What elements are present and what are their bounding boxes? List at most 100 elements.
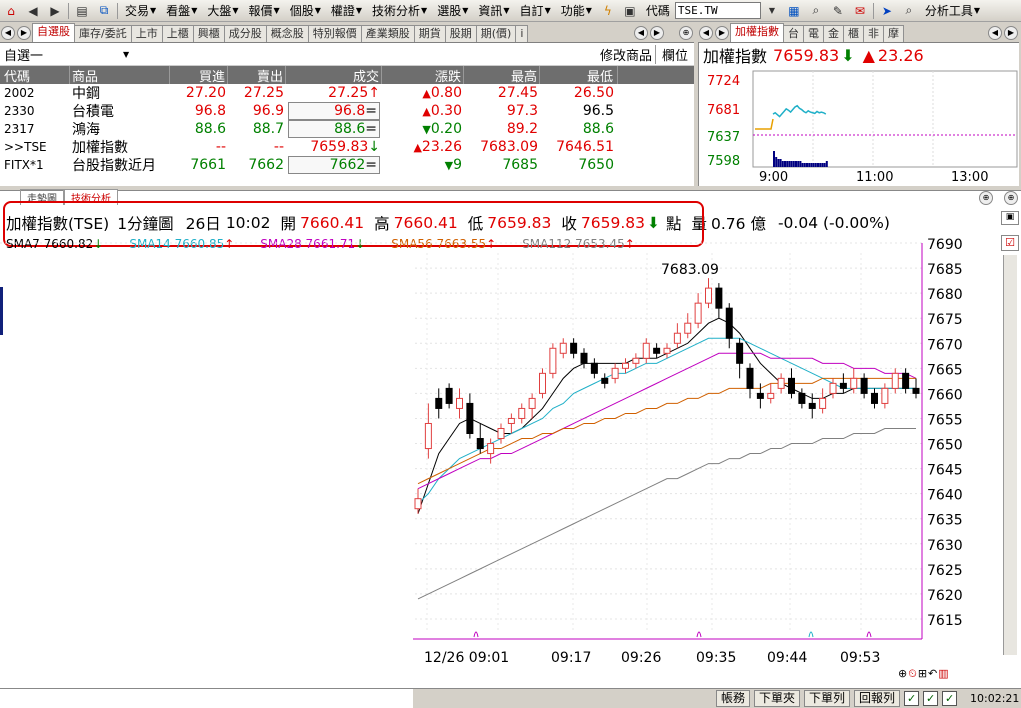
quote-tab[interactable]: 股期 [444, 25, 477, 42]
mini-tab[interactable]: 加權指數 [730, 23, 784, 42]
tab-left-icon[interactable]: ◀ [634, 26, 648, 40]
undo-icon[interactable]: ↶ [928, 667, 937, 681]
scroll-right-icon[interactable]: ▶ [17, 26, 31, 40]
menu-label: 報價 [248, 4, 273, 18]
quote-tab[interactable]: 興櫃 [192, 25, 225, 42]
mini-tab[interactable]: 摩 [883, 25, 904, 42]
tab-left-icon[interactable]: ◀ [988, 26, 1002, 40]
menu-warrant[interactable]: 權證 ▼ [326, 2, 367, 19]
order-bar-button[interactable]: 下單列 [804, 690, 851, 707]
mini-intraday-chart[interactable]: 7724 7681 7637 7598 9:00 11:00 13:00 [699, 67, 1020, 186]
analysis-search-icon[interactable]: ⌕ [900, 3, 918, 19]
last-value: 7662 [329, 157, 366, 173]
report-bar-button[interactable]: 回報列 [854, 690, 901, 707]
group-select[interactable]: 自選一 [0, 45, 43, 64]
order-folder-button[interactable]: 下單夾 [754, 690, 801, 707]
scroll-right-icon[interactable]: ▶ [715, 26, 729, 40]
zoom-in-icon[interactable]: ⊕ [898, 667, 907, 681]
back-icon[interactable]: ◀ [24, 3, 42, 19]
clock-icon[interactable]: ⏲ [908, 667, 917, 681]
triangle-down-icon: ▼ [444, 159, 454, 172]
column-header[interactable]: 成交 [286, 66, 382, 84]
quote-icon[interactable]: ▦ [785, 3, 803, 19]
tab-right-icon[interactable]: ▶ [1004, 26, 1018, 40]
quote-row[interactable]: 2002 中鋼 27.20 27.25 27.25↑ ▲0.80 27.45 26.50 [0, 84, 694, 102]
column-header[interactable]: 代碼 [0, 66, 70, 84]
quote-tab[interactable]: 特別報價 [307, 25, 362, 42]
menu-stock[interactable]: 個股 ▼ [285, 2, 326, 19]
last-value: 7659.83 [310, 139, 369, 155]
modify-button[interactable]: 修改商品 [600, 45, 655, 64]
column-header[interactable]: 漲跌 [382, 66, 464, 84]
column-header[interactable]: 買進 [170, 66, 228, 84]
quote-row[interactable]: >>TSE 加權指數 -- -- 7659.83↓ ▲23.26 7683.09 7646.5… [0, 138, 694, 156]
menu-info[interactable]: 資訊 ▼ [473, 2, 514, 19]
code-input[interactable]: TSE.TW [674, 2, 761, 19]
scroll-left-icon[interactable]: ◀ [1, 26, 15, 40]
quote-tab[interactable]: 自選股 [32, 23, 75, 42]
menu-market[interactable]: 大盤 ▼ [202, 2, 243, 19]
cell-change: ▲0.80 [382, 85, 464, 101]
account-button[interactable]: 帳務 [716, 690, 751, 707]
mini-volume-bar [799, 161, 802, 167]
quote-row[interactable]: 2317 鴻海 88.6 88.7 88.6= ▼0.20 89.2 88.6 [0, 120, 694, 138]
menu-watch[interactable]: 看盤 ▼ [161, 2, 202, 19]
candle-body [663, 347, 671, 354]
home-icon[interactable]: ⌂ [2, 3, 20, 19]
side-scrollbar[interactable] [1003, 255, 1017, 655]
chevron-down-icon[interactable]: ▼ [123, 50, 129, 59]
column-header[interactable]: 賣出 [228, 66, 286, 84]
menu-analysis-tools[interactable]: 分析工具 ▼ [920, 2, 985, 19]
note-icon[interactable]: ▣ [621, 3, 639, 19]
menu-trade[interactable]: 交易 ▼ [120, 2, 161, 19]
menu-screener[interactable]: 選股 ▼ [432, 2, 473, 19]
quote-tab[interactable]: 期(價) [475, 25, 517, 42]
menu-custom[interactable]: 自訂 ▼ [515, 2, 556, 19]
alert-icon[interactable]: ✉ [851, 3, 869, 19]
lightning-icon[interactable]: ϟ [599, 3, 617, 19]
window-icon[interactable]: ⧉ [95, 3, 113, 19]
quote-row[interactable]: FITX*1 台股指數近月 7661 7662 7662= ▼9 7685 7650 [0, 156, 694, 174]
search-icon[interactable]: ⌕ [807, 3, 825, 19]
grid-icon[interactable]: ⊞ [918, 667, 927, 681]
quote-tab[interactable]: 概念股 [265, 25, 309, 42]
quote-tab[interactable]: 成分股 [223, 25, 267, 42]
menu-technical[interactable]: 技術分析 ▼ [367, 2, 432, 19]
check-icon[interactable]: ✓ [942, 691, 958, 706]
quote-tab[interactable]: 上市 [130, 25, 163, 42]
quote-tabbar: ◀ ▶ 自選股 庫存/委託 上市 上櫃 興櫃 成分股 概念股 特別報價 產業類股 期貨 股期 期(價)… [0, 23, 694, 43]
checkbox-icon[interactable]: ☑ [1001, 235, 1019, 251]
columns-button[interactable]: 欄位 [654, 44, 694, 64]
forward-icon[interactable]: ▶ [46, 3, 64, 19]
mini-tab[interactable]: 金 [823, 25, 844, 42]
column-header[interactable]: 最低 [540, 66, 618, 84]
check-icon[interactable]: ✓ [923, 691, 939, 706]
scroll-left-icon[interactable]: ◀ [699, 26, 713, 40]
tab-right-icon[interactable]: ▶ [650, 26, 664, 40]
mini-tab[interactable]: 台 [783, 25, 804, 42]
y-tick-label: 7665 [927, 362, 963, 378]
side-button[interactable]: ▣ [1001, 211, 1019, 225]
y-tick-label: 7635 [927, 513, 963, 529]
quote-tab[interactable]: 上櫃 [161, 25, 194, 42]
menu-functions[interactable]: 功能 ▼ [556, 2, 597, 19]
candle-body [850, 377, 858, 389]
quote-tab[interactable]: i [515, 25, 529, 42]
tools-icon[interactable]: ✎ [829, 3, 847, 19]
quote-tab[interactable]: 產業類股 [360, 25, 415, 42]
mini-tab[interactable]: 非 [863, 25, 884, 42]
bar-chart-icon[interactable]: ▥ [938, 667, 948, 681]
quote-tab[interactable]: 期貨 [413, 25, 446, 42]
pointer-icon[interactable]: ➤ [878, 3, 896, 19]
menu-quotes[interactable]: 報價 ▼ [244, 2, 285, 19]
zoom-in-icon[interactable]: ⊕ [679, 26, 693, 40]
mini-tab[interactable]: 櫃 [843, 25, 864, 42]
quote-tab[interactable]: 庫存/委託 [74, 25, 132, 42]
mini-tab[interactable]: 電 [803, 25, 824, 42]
column-header[interactable]: 最高 [464, 66, 540, 84]
dropdown-icon[interactable]: ▼ [763, 3, 781, 19]
quote-row[interactable]: 2330 台積電 96.8 96.9 96.8= ▲0.30 97.3 96.5 [0, 102, 694, 120]
print-icon[interactable]: ▤ [73, 3, 91, 19]
check-icon[interactable]: ✓ [904, 691, 920, 706]
column-header[interactable]: 商品 [70, 66, 170, 84]
